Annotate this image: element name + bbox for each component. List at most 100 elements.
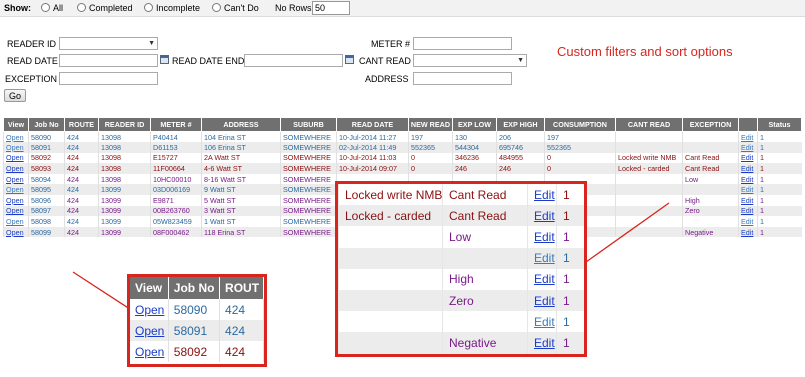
zoom-cell: 1 [556, 247, 584, 269]
column-header-read-date[interactable]: READ DATE [336, 117, 409, 132]
edit-link[interactable]: Edit [534, 294, 555, 308]
column-header-reader-id[interactable]: READER ID [98, 117, 151, 132]
edit-link[interactable]: Edit [741, 217, 753, 226]
radio-incomplete[interactable] [144, 3, 153, 12]
open-link[interactable]: Open [6, 185, 24, 194]
radio-cant-do-label: Can't Do [224, 3, 259, 13]
open-link[interactable]: Open [6, 133, 24, 142]
cell-exp-high: 206 [496, 131, 545, 143]
exception-input[interactable] [59, 72, 158, 85]
cell-edit: Edit [738, 142, 758, 153]
cell-meter: 05W823459 [150, 216, 202, 227]
cant-read-select[interactable]: ▼ [413, 54, 527, 67]
open-link[interactable]: Open [6, 175, 24, 184]
edit-link[interactable]: Edit [741, 153, 753, 162]
cell-meter: 00B263760 [150, 205, 202, 217]
read-date-input[interactable] [59, 54, 158, 67]
open-link[interactable]: Open [6, 217, 24, 226]
cell-edit: Edit [738, 163, 758, 174]
edit-link[interactable]: Edit [741, 196, 753, 205]
edit-link[interactable]: Edit [534, 209, 555, 223]
go-button[interactable]: Go [4, 89, 26, 102]
cell-suburb: SOMEWHERE [280, 216, 337, 227]
zoom-cell [338, 332, 443, 354]
edit-link[interactable]: Edit [741, 206, 753, 215]
no-rows-label: No Rows [275, 3, 312, 13]
edit-link[interactable]: Edit [534, 336, 555, 350]
column-header-exp-low[interactable]: EXP LOW [452, 117, 497, 132]
cell-job-no: 58092 [28, 152, 65, 164]
cell-reader-id: 13099 [98, 184, 151, 196]
cell-job-no: 58090 [28, 131, 65, 143]
zoom-cell: Cant Read [442, 184, 528, 206]
open-link[interactable]: Open [6, 206, 24, 215]
cell-view: Open [3, 131, 29, 143]
column-header-edit[interactable] [738, 117, 758, 132]
edit-link[interactable]: Edit [741, 133, 753, 142]
open-link[interactable]: Open [6, 143, 24, 152]
open-link[interactable]: Open [135, 324, 164, 338]
radio-incomplete-label: Incomplete [156, 3, 201, 13]
cell-cant-read [615, 226, 683, 238]
address-input[interactable] [413, 72, 512, 85]
column-header-consumption[interactable]: CONSUMPTION [544, 117, 616, 132]
cell-address: 3 Watt ST [201, 205, 281, 217]
column-header-job-no[interactable]: Job No [28, 117, 65, 132]
column-header-address[interactable]: ADDRESS [201, 117, 281, 132]
cell-cant-read: Locked write NMB [615, 152, 683, 164]
cell-status: 1 [757, 195, 802, 206]
edit-link[interactable]: Edit [741, 175, 753, 184]
column-header-cant-read[interactable]: CANT READ [615, 117, 683, 132]
open-link[interactable]: Open [6, 228, 24, 237]
zoom-cell: 1 [556, 184, 584, 206]
edit-link[interactable]: Edit [741, 164, 753, 173]
edit-link[interactable]: Edit [534, 272, 555, 286]
radio-completed[interactable] [77, 3, 86, 12]
radio-all[interactable] [41, 3, 50, 12]
edit-link[interactable]: Edit [741, 185, 753, 194]
zoom-column-header: Job No [168, 277, 221, 299]
column-header-exception[interactable]: EXCEPTION [682, 117, 739, 132]
column-header-view[interactable]: View [3, 117, 29, 132]
cell-exception [682, 184, 739, 196]
zoom-row: High Edit 1 [338, 268, 584, 290]
edit-link[interactable]: Edit [534, 315, 555, 329]
no-rows-input[interactable] [312, 1, 350, 15]
cell-cant-read [615, 142, 683, 153]
edit-link[interactable]: Edit [741, 228, 753, 237]
open-link[interactable]: Open [135, 303, 164, 317]
open-link[interactable]: Open [135, 345, 164, 359]
calendar-icon[interactable] [160, 55, 169, 64]
read-date-end-input[interactable] [244, 54, 343, 67]
open-link[interactable]: Open [6, 196, 24, 205]
edit-link[interactable]: Edit [534, 251, 555, 265]
zoom-cell: Edit [527, 205, 557, 227]
open-link[interactable]: Open [6, 153, 24, 162]
meter-input[interactable] [413, 37, 512, 50]
cell-edit: Edit [738, 131, 758, 143]
radio-cant-do[interactable] [212, 3, 221, 12]
cell-exception: Low [682, 173, 739, 185]
open-link[interactable]: Open [6, 164, 24, 173]
column-header-new-read[interactable]: NEW READ [408, 117, 453, 132]
cell-new-read: 0 [408, 152, 453, 164]
cell-job-no: 58098 [28, 216, 65, 227]
edit-link[interactable]: Edit [534, 230, 555, 244]
cell-cant-read: Locked - carded [615, 163, 683, 174]
column-header-route[interactable]: ROUTE [64, 117, 99, 132]
column-header-meter[interactable]: METER # [150, 117, 202, 132]
calendar-icon[interactable] [345, 55, 354, 64]
column-header-suburb[interactable]: SUBURB [280, 117, 337, 132]
cell-read-date: 10-Jul-2014 11:03 [336, 152, 409, 164]
cell-address: 4-6 Watt ST [201, 163, 281, 174]
cell-job-no: 58099 [28, 226, 65, 238]
zoom-cell: 58091 [168, 320, 221, 341]
column-header-exp-high[interactable]: EXP HIGH [496, 117, 545, 132]
edit-link[interactable]: Edit [534, 188, 555, 202]
edit-link[interactable]: Edit [741, 143, 753, 152]
zoom-column-header: ROUT [219, 277, 264, 299]
zoom-cell: Open [130, 341, 169, 362]
column-header-status[interactable]: Status [757, 117, 802, 132]
reader-id-select[interactable]: ▼ [59, 37, 158, 50]
cell-exception: Zero [682, 205, 739, 217]
